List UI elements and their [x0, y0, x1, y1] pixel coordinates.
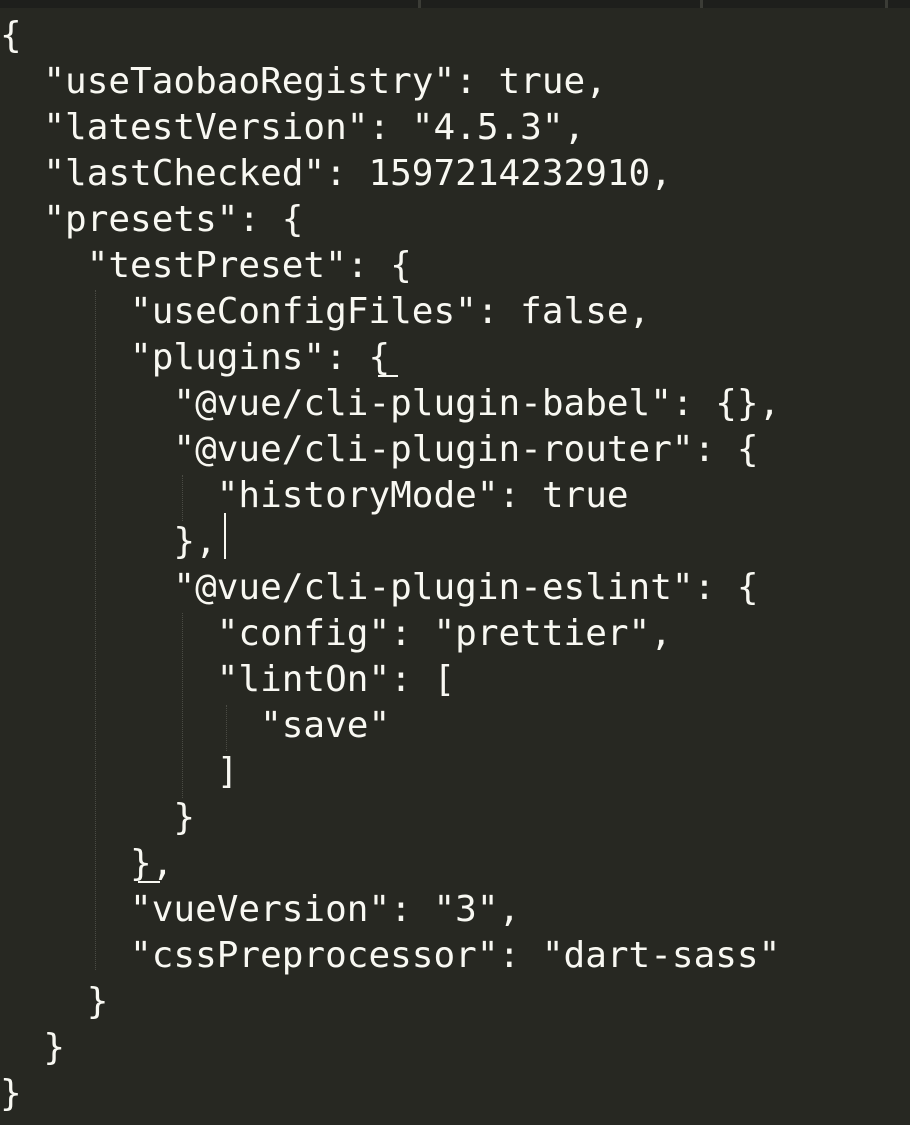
code-line-11[interactable]: "historyMode": true — [0, 473, 629, 519]
code-line-18[interactable]: } — [0, 795, 195, 841]
code-line-17[interactable]: ] — [0, 749, 239, 795]
code-line-24[interactable]: } — [0, 1071, 22, 1117]
code-line-22[interactable]: } — [0, 979, 109, 1025]
code-line-5[interactable]: "presets": { — [0, 197, 303, 243]
bracket-match-underline — [378, 375, 398, 377]
tab-divider — [418, 0, 421, 8]
code-line-10[interactable]: "@vue/cli-plugin-router": { — [0, 427, 758, 473]
code-line-7[interactable]: "useConfigFiles": false, — [0, 289, 650, 335]
code-line-21[interactable]: "cssPreprocessor": "dart-sass" — [0, 933, 780, 979]
code-line-14[interactable]: "config": "prettier", — [0, 611, 672, 657]
code-line-15[interactable]: "lintOn": [ — [0, 657, 455, 703]
tab-divider — [885, 0, 888, 8]
code-line-16[interactable]: "save" — [0, 703, 390, 749]
code-line-13[interactable]: "@vue/cli-plugin-eslint": { — [0, 565, 758, 611]
code-line-23[interactable]: } — [0, 1025, 65, 1071]
code-line-8[interactable]: "plugins": { — [0, 335, 390, 381]
code-line-2[interactable]: "useTaobaoRegistry": true, — [0, 59, 607, 105]
tab-bar-edge — [0, 0, 910, 8]
code-line-12[interactable]: }, — [0, 519, 216, 565]
code-line-9[interactable]: "@vue/cli-plugin-babel": {}, — [0, 381, 780, 427]
code-line-1[interactable]: { — [0, 13, 22, 59]
code-line-6[interactable]: "testPreset": { — [0, 243, 412, 289]
code-line-20[interactable]: "vueVersion": "3", — [0, 887, 520, 933]
text-caret — [224, 513, 226, 559]
tab-divider — [700, 0, 703, 8]
code-line-4[interactable]: "lastChecked": 1597214232910, — [0, 151, 672, 197]
bracket-match-underline — [138, 881, 160, 883]
code-editor[interactable]: { "useTaobaoRegistry": true, "latestVers… — [0, 0, 910, 1125]
code-line-3[interactable]: "latestVersion": "4.5.3", — [0, 105, 585, 151]
